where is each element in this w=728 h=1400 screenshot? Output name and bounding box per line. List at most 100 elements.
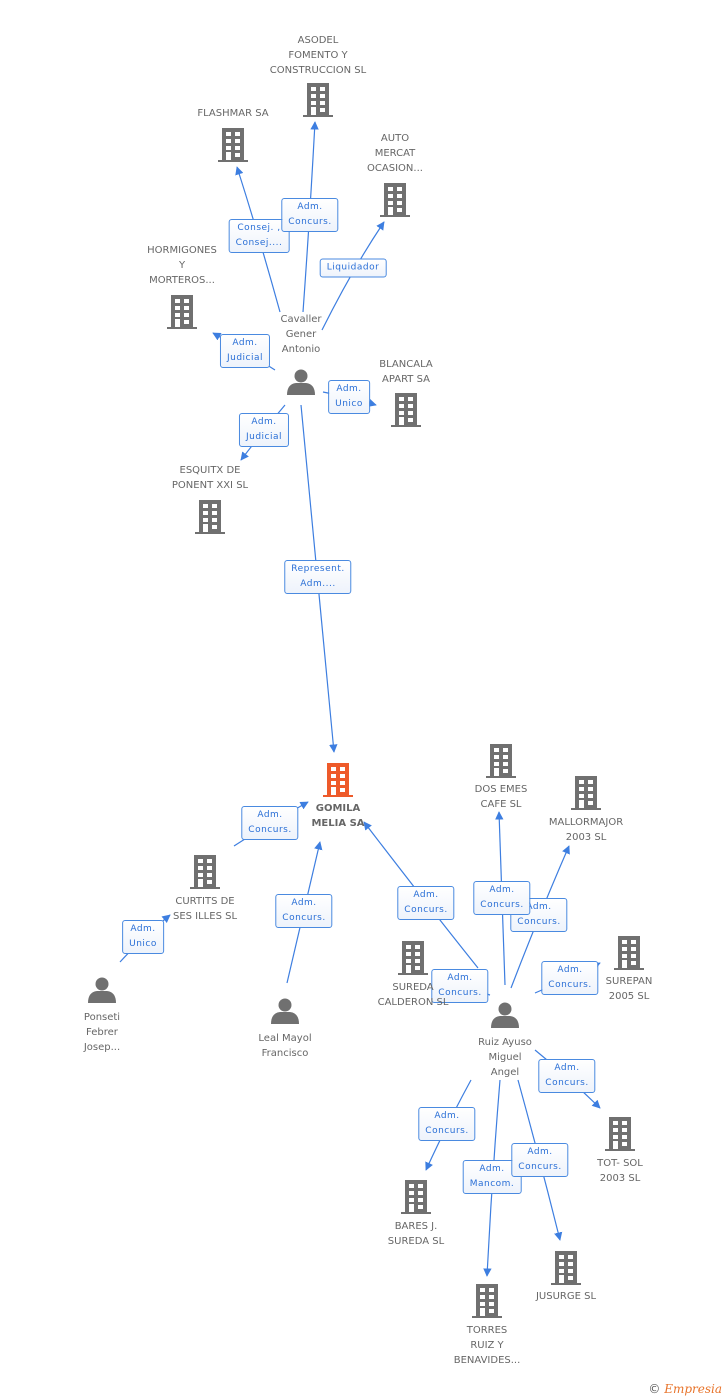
edge-role-text: Consej. , (237, 223, 281, 233)
edge-role-label[interactable]: Represent. Adm.... (284, 560, 352, 594)
node-label-line: Francisco (261, 1048, 309, 1059)
node-label-line: Miguel (488, 1052, 522, 1063)
node-label-line: Antonio (281, 344, 321, 355)
edge-role-text: Concurs. (288, 217, 332, 227)
company-name[interactable]: MALLORMAJOR 2003 SL (549, 815, 623, 845)
node-label-line: PONENT XXI SL (171, 480, 249, 491)
edge-role-text: Adm. (489, 885, 515, 895)
company-name[interactable]: ESQUITX DE PONENT XXI SL (172, 463, 248, 493)
building-icon[interactable] (486, 744, 516, 778)
company-name[interactable]: SUREPAN 2005 SL (606, 974, 653, 1004)
edge-role-text: Represent. (291, 564, 345, 574)
node-label-line: TORRES (466, 1325, 508, 1336)
focus-company-icon[interactable] (323, 763, 353, 797)
node-label-line: SES ILLES SL (172, 911, 238, 922)
node-label-line: MERCAT (374, 148, 416, 159)
building-icon[interactable] (190, 855, 220, 889)
edge-role-label[interactable]: Consej. , Consej.... (228, 219, 290, 253)
edge-role-text: Adm. (557, 965, 583, 975)
building-icon[interactable] (391, 393, 421, 427)
company-name[interactable]: FLASHMAR SA (197, 106, 268, 121)
edge-role-text: Adm. (257, 810, 283, 820)
person-name[interactable]: Ponseti Febrer Josep... (84, 1010, 120, 1055)
company-name[interactable]: HORMIGONES Y MORTEROS... (147, 243, 217, 288)
building-icon[interactable] (614, 936, 644, 970)
edge-role-label[interactable]: Adm. Concurs. (241, 806, 299, 840)
node-label-line: CAFE SL (480, 799, 522, 810)
edge-role-text: Judicial (245, 432, 283, 442)
building-icon[interactable] (472, 1284, 502, 1318)
company-name[interactable]: TORRES RUIZ Y BENAVIDES... (454, 1323, 521, 1368)
building-icon[interactable] (218, 128, 248, 162)
node-label-line: FLASHMAR SA (197, 108, 269, 119)
person-icon[interactable] (271, 998, 299, 1025)
node-label-line: CALDERON SL (377, 997, 449, 1008)
node-label-line: Cavaller (280, 314, 322, 325)
edge-role-label[interactable]: Adm. Concurs. (511, 1143, 569, 1177)
edge-role-label[interactable]: Adm. Unico (122, 920, 164, 954)
company-name[interactable]: SUREDA CALDERON SL (378, 980, 449, 1010)
node-label-line: MALLORMAJOR (548, 817, 624, 828)
edge-role-text: Adm. (434, 1111, 460, 1121)
company-name[interactable]: JUSURGE SL (536, 1289, 596, 1304)
company-name[interactable]: BARES J. SUREDA SL (388, 1219, 444, 1249)
building-icon[interactable] (195, 500, 225, 534)
company-name[interactable]: TOT- SOL 2003 SL (597, 1156, 643, 1186)
edge-role-label[interactable]: Adm. Concurs. (538, 1059, 596, 1093)
edge-role-text: Unico (335, 399, 363, 409)
node-label-line: BENAVIDES... (453, 1355, 521, 1366)
company-name[interactable]: GOMILA MELIA SA (311, 801, 364, 831)
building-icon[interactable] (167, 295, 197, 329)
edge-role-text: Concurs. (548, 980, 592, 990)
edge-role-text: Adm. (251, 417, 277, 427)
edge-role-text: Unico (129, 939, 157, 949)
building-icon[interactable] (605, 1117, 635, 1151)
building-icon[interactable] (401, 1180, 431, 1214)
node-label-line: APART SA (382, 374, 430, 385)
edge-role-label[interactable]: Liquidador (319, 258, 387, 278)
node-label-line: Leal Mayol (258, 1033, 312, 1044)
person-icon[interactable] (287, 369, 315, 396)
building-icon[interactable] (398, 941, 428, 975)
building-icon[interactable] (380, 183, 410, 217)
company-name[interactable]: DOS EMES CAFE SL (475, 782, 528, 812)
node-label-line: Febrer (86, 1027, 118, 1038)
edge-role-text: Concurs. (248, 825, 292, 835)
edge-role-text: Concurs. (545, 1078, 589, 1088)
edge-role-text: Concurs. (404, 905, 448, 915)
edge-role-label[interactable]: Adm. Concurs. (397, 886, 455, 920)
node-label-line: MELIA SA (311, 818, 365, 829)
building-icon[interactable] (551, 1251, 581, 1285)
footer-brand: © Empresia (648, 1382, 722, 1396)
company-name[interactable]: BLANCALA APART SA (379, 357, 432, 387)
edge-role-label[interactable]: Adm. Judicial (238, 413, 290, 447)
node-label-line: AUTO (380, 133, 410, 144)
company-name[interactable]: ASODEL FOMENTO Y CONSTRUCCION SL (270, 33, 366, 78)
person-icon[interactable] (88, 977, 116, 1004)
person-name[interactable]: Ruiz Ayuso Miguel Angel (478, 1035, 532, 1080)
edge-role-text: Adm. (297, 202, 323, 212)
node-label-line: GOMILA (315, 803, 361, 814)
node-label-line: Josep... (83, 1042, 121, 1053)
edge-role-label[interactable]: Adm. Concurs. (275, 894, 333, 928)
edge-role-label[interactable]: Adm. Concurs. (473, 881, 531, 915)
edge-role-label[interactable]: Adm. Concurs. (418, 1107, 476, 1141)
edge-role-label[interactable]: Adm. Concurs. (541, 961, 599, 995)
node-label-line: CONSTRUCCION SL (269, 65, 367, 76)
node-label-line: MORTEROS... (149, 275, 215, 286)
edge-role-text: Concurs. (282, 913, 326, 923)
node-label-line: 2003 SL (565, 832, 607, 843)
person-name[interactable]: Leal Mayol Francisco (258, 1031, 311, 1061)
edge-role-label[interactable]: Adm. Concurs. (281, 198, 339, 232)
edge-role-text: Adm. (479, 1164, 505, 1174)
edge-role-label[interactable]: Adm. Judicial (219, 334, 271, 368)
person-icon[interactable] (491, 1002, 519, 1029)
building-icon[interactable] (571, 776, 601, 810)
company-name[interactable]: AUTO MERCAT OCASION... (367, 131, 423, 176)
company-name[interactable]: CURTITS DE SES ILLES SL (173, 894, 237, 924)
person-name[interactable]: Cavaller Gener Antonio (281, 312, 322, 357)
building-icon[interactable] (303, 83, 333, 117)
edge-role-text: Adm. (291, 898, 317, 908)
edge-role-text: Consej.... (235, 238, 283, 248)
edge-role-label[interactable]: Adm. Unico (328, 380, 370, 414)
